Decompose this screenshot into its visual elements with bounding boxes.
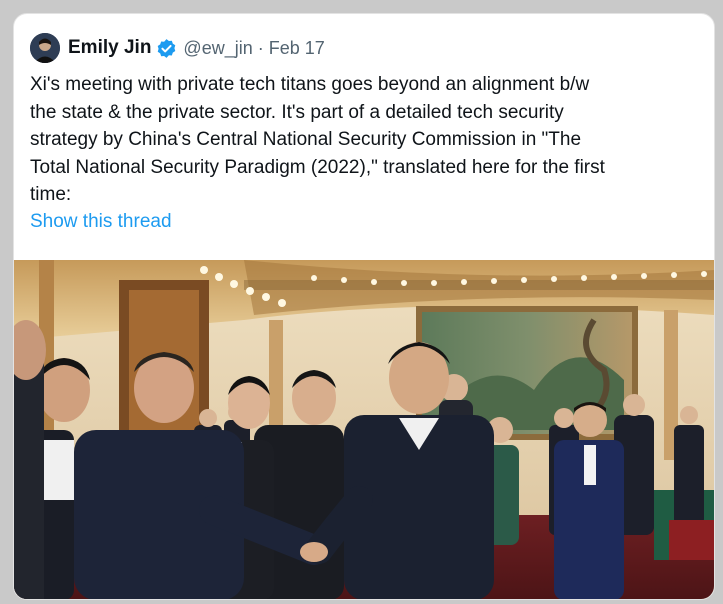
tweet-text-line: Xi's meeting with private tech titans go… — [30, 74, 590, 95]
show-thread-link[interactable]: Show this thread — [30, 211, 172, 233]
author-display-name[interactable]: Emily Jin — [68, 37, 151, 59]
separator-dot: · — [257, 37, 264, 58]
tweet-date[interactable]: Feb 17 — [269, 38, 325, 59]
tweet-text-line: Total National Security Paradigm (2022),… — [30, 156, 605, 178]
verified-badge-icon — [158, 38, 176, 58]
photo-illustration — [14, 260, 714, 599]
tweet-text-line: time: — [30, 184, 72, 205]
tweet-card[interactable]: Emily Jin @ew_jin · Feb 17 Xi's meeting … — [13, 13, 715, 600]
avatar[interactable] — [30, 33, 60, 63]
screenshot-frame: Emily Jin @ew_jin · Feb 17 Xi's meeting … — [0, 0, 723, 604]
author-handle[interactable]: @ew_jin — [183, 38, 252, 59]
tweet-text: Xi's meeting with private tech titans go… — [30, 71, 702, 209]
tweet-text-line: the state & the private sector. It's par… — [30, 101, 564, 123]
tweet-text-line: strategy by China's Central National Sec… — [30, 129, 582, 150]
tweet-photo[interactable] — [14, 260, 714, 599]
tweet-header: Emily Jin @ew_jin · Feb 17 — [30, 32, 325, 64]
